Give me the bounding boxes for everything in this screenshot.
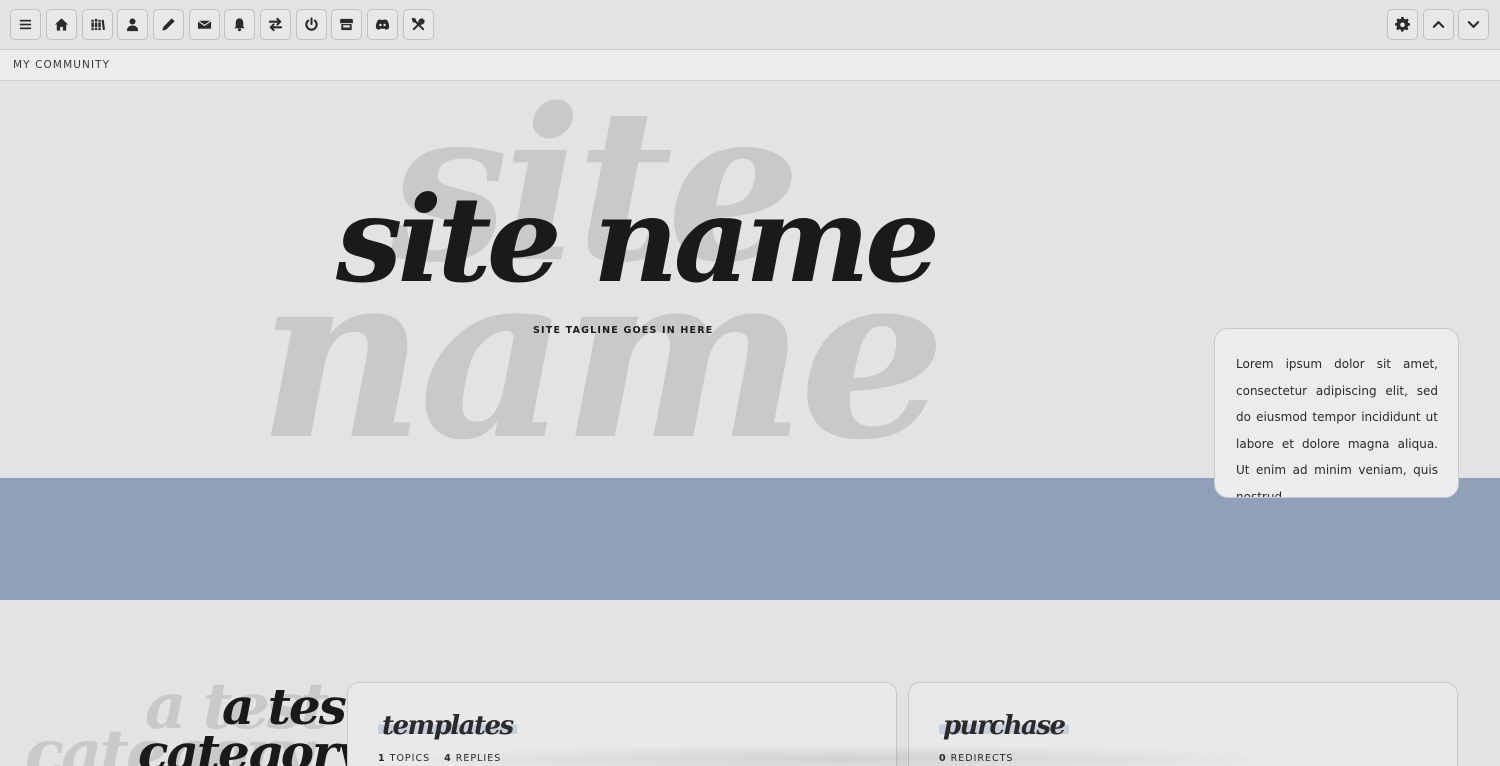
library-button[interactable] <box>82 9 113 40</box>
chevron-up-icon <box>1432 21 1445 28</box>
store-button[interactable] <box>331 9 362 40</box>
site-description-text: Lorem ipsum dolor sit amet, consectetur … <box>1236 357 1438 498</box>
discord-button[interactable] <box>367 9 398 40</box>
swap-icon <box>268 17 283 32</box>
menu-icon <box>19 19 32 30</box>
power-icon <box>305 17 318 31</box>
forum-link-purchase[interactable]: purchase <box>939 713 1069 739</box>
top-toolbar <box>0 0 1500 50</box>
edit-button[interactable] <box>153 9 184 40</box>
redirects-label: REDIRECTS <box>950 753 1014 764</box>
profile-button[interactable] <box>117 9 148 40</box>
store-icon <box>339 18 354 31</box>
forum-stats: 0 REDIRECTS <box>939 753 1013 764</box>
page: MY COMMUNITY site name site name SITE TA… <box>0 0 1500 766</box>
notifications-button[interactable] <box>224 9 255 40</box>
breadcrumb-home-link[interactable]: MY COMMUNITY <box>13 59 110 71</box>
messages-button[interactable] <box>189 9 220 40</box>
site-description-card: Lorem ipsum dolor sit amet, consectetur … <box>1214 328 1459 498</box>
discord-icon <box>375 19 390 30</box>
pencil-icon <box>162 18 175 31</box>
forum-card-purchase[interactable]: purchase 0 REDIRECTS <box>908 682 1458 766</box>
home-button[interactable] <box>46 9 77 40</box>
envelope-icon <box>197 20 212 29</box>
swap-button[interactable] <box>260 9 291 40</box>
chevron-down-icon <box>1467 21 1480 28</box>
scroll-down-button[interactable] <box>1458 9 1489 40</box>
category-title-line2: category <box>138 723 365 766</box>
scroll-up-button[interactable] <box>1423 9 1454 40</box>
gear-icon <box>1395 17 1410 32</box>
replies-count: 4 <box>444 753 452 764</box>
tools-icon <box>411 17 425 31</box>
forum-link-templates[interactable]: templates <box>378 713 517 739</box>
menu-button[interactable] <box>10 9 41 40</box>
site-title: site name <box>336 170 940 309</box>
settings-button[interactable] <box>1387 9 1418 40</box>
topics-count: 1 <box>378 753 386 764</box>
home-icon <box>54 18 69 31</box>
topics-label: TOPICS <box>389 753 431 764</box>
breadcrumb: MY COMMUNITY <box>0 50 1500 81</box>
forum-card-templates[interactable]: templates 1 TOPICS 4 REPLIES <box>347 682 897 766</box>
redirects-count: 0 <box>939 753 947 764</box>
forum-stats: 1 TOPICS 4 REPLIES <box>378 753 501 764</box>
user-icon <box>126 18 139 32</box>
site-tagline: SITE TAGLINE GOES IN HERE <box>533 325 714 336</box>
replies-label: REPLIES <box>455 753 502 764</box>
library-icon <box>91 18 105 31</box>
bell-icon <box>234 18 245 32</box>
tools-button[interactable] <box>403 9 434 40</box>
logout-button[interactable] <box>296 9 327 40</box>
